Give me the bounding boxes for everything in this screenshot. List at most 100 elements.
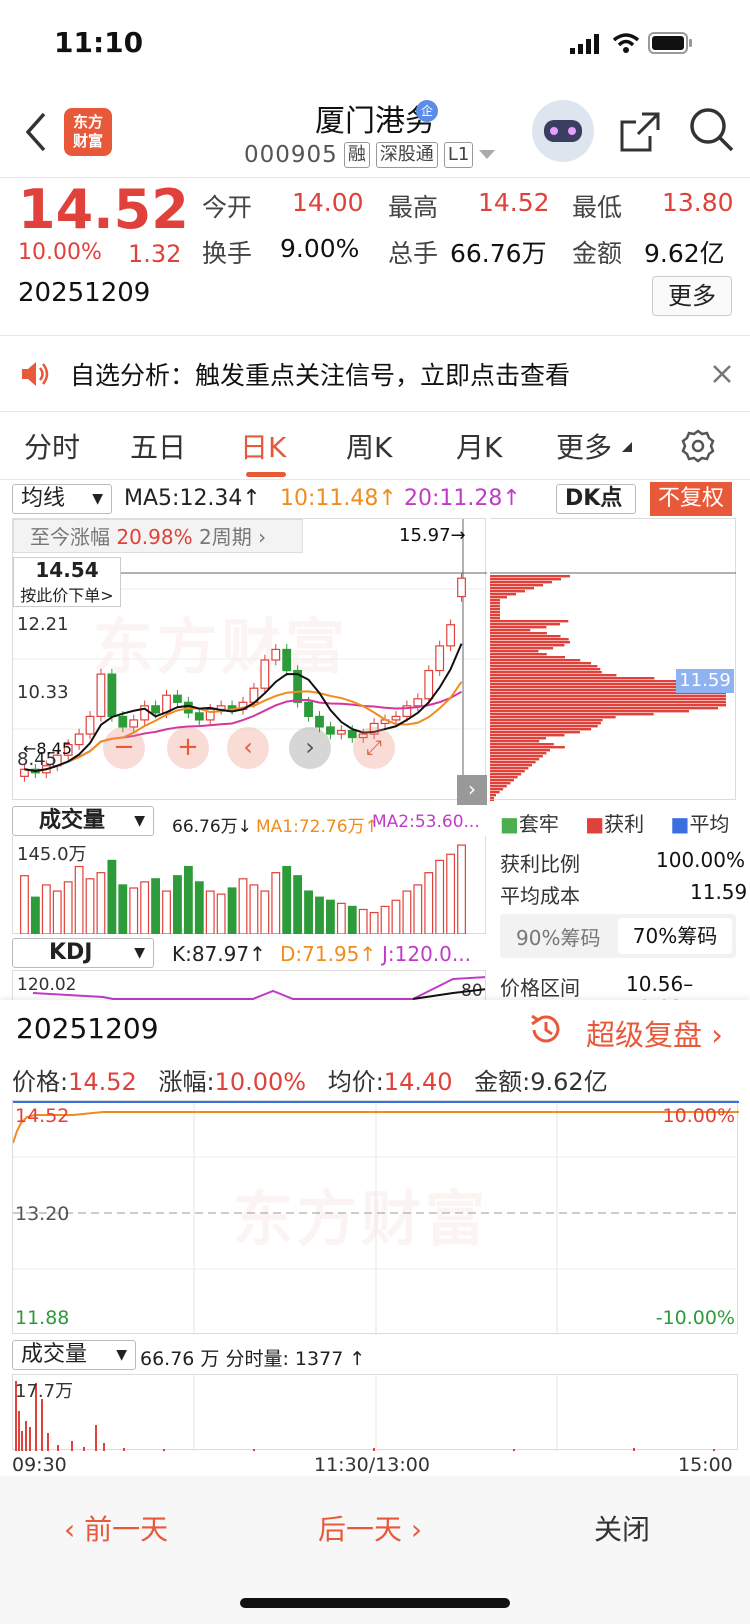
volume-bar xyxy=(96,872,106,934)
ma-selector[interactable]: 均线 ▼ xyxy=(12,484,112,514)
fullscreen-button[interactable]: ⤢ xyxy=(353,727,395,769)
kdj-d: D:71.95↑ xyxy=(280,942,377,966)
volume-scale: 145.0万 xyxy=(17,844,87,865)
chip-bar xyxy=(490,794,496,797)
high-marker: 15.97→ xyxy=(399,525,466,546)
chip-bar xyxy=(490,785,507,788)
kdj-selector[interactable]: KDJ ▼ xyxy=(12,938,154,968)
chip-bar xyxy=(490,695,726,698)
chip-bar xyxy=(490,677,655,680)
volume-bar xyxy=(446,853,456,934)
chip-tab-90[interactable]: 90%筹码 xyxy=(516,922,600,951)
share-icon[interactable] xyxy=(618,110,662,154)
intraday-popup: 20251209 超级复盘 › 价格:14.52 涨幅:10.00% 均价:14… xyxy=(0,1000,750,1476)
chip-bar xyxy=(490,764,532,767)
prev-day-button[interactable]: ‹ 前一天 xyxy=(64,1508,168,1548)
chip-bar xyxy=(490,584,543,587)
volume-bar xyxy=(151,878,161,934)
scroll-right-button[interactable]: › xyxy=(289,727,331,769)
fq-button[interactable]: 不复权 xyxy=(650,482,732,516)
expand-panel-button[interactable]: › xyxy=(457,775,487,805)
chip-bar xyxy=(490,680,690,683)
assistant-avatar[interactable] xyxy=(532,100,594,162)
more-button[interactable]: 更多 xyxy=(652,276,732,316)
search-icon[interactable] xyxy=(688,106,736,154)
next-day-button[interactable]: 后一天 › xyxy=(318,1508,422,1548)
volume-bar xyxy=(194,881,204,934)
volume-bar xyxy=(271,872,281,934)
chip-bar xyxy=(490,800,494,801)
intraday-pct-bot: -10.00% xyxy=(655,1307,735,1329)
active-tab-indicator xyxy=(246,472,286,477)
chip-bar xyxy=(490,740,540,743)
open-value: 14.00 xyxy=(292,188,364,217)
kdj-panel: 120.02 80 xyxy=(12,970,486,1000)
kline-panel[interactable]: 东方财富 至今涨幅 20.98% 2周期 › 15.97→ 14.54 按此价下单… xyxy=(12,518,487,805)
volume-bar xyxy=(457,844,466,934)
intraday-volume-bar xyxy=(71,1441,73,1451)
volume-bar xyxy=(183,865,193,934)
scroll-left-button[interactable]: ‹ xyxy=(227,727,269,769)
tab-5day[interactable]: 五日 xyxy=(130,426,186,466)
dk-selector[interactable]: DK点 xyxy=(556,484,636,514)
volume-bar xyxy=(129,887,139,934)
intraday-vol-selector[interactable]: 成交量 ▼ xyxy=(12,1340,136,1370)
tag-connect: 深股通 xyxy=(375,142,438,168)
candle xyxy=(446,624,456,647)
tab-weekly[interactable]: 周K xyxy=(346,426,392,466)
history-icon[interactable] xyxy=(528,1012,564,1048)
volume-bar xyxy=(435,859,445,934)
cost-marker: 11.59 xyxy=(676,669,734,693)
replay-link[interactable]: 超级复盘 › xyxy=(586,1012,723,1054)
since-change-box[interactable]: 至今涨幅 20.98% 2周期 › xyxy=(13,519,303,553)
intraday-volume-bar xyxy=(713,1449,715,1451)
volume-selector[interactable]: 成交量 ▼ xyxy=(12,806,154,836)
chip-bar xyxy=(490,737,547,740)
candle xyxy=(173,694,182,703)
zoom-in-button[interactable]: + xyxy=(167,727,209,769)
chip-bar xyxy=(490,761,536,764)
kdj-chart xyxy=(32,976,485,1000)
chip-bar xyxy=(490,608,500,611)
chip-bar xyxy=(490,734,565,737)
candle xyxy=(315,715,324,728)
volume-bar xyxy=(173,875,182,934)
chip-bar xyxy=(490,674,617,677)
intraday-volume-bar xyxy=(25,1421,27,1451)
volume-bar xyxy=(20,875,29,934)
candle xyxy=(424,669,434,700)
chip-bar xyxy=(490,647,554,650)
chip-bar xyxy=(490,626,547,629)
tab-monthly[interactable]: 月K xyxy=(456,426,502,466)
speaker-icon xyxy=(22,362,49,386)
volume-bar xyxy=(162,890,171,934)
chip-bar xyxy=(490,656,566,659)
tab-more[interactable]: 更多 xyxy=(556,426,612,466)
tab-intraday[interactable]: 分时 xyxy=(24,426,80,466)
intraday-vol-scale: 17.7万 xyxy=(15,1381,74,1402)
tab-daily[interactable]: 日K xyxy=(240,426,286,466)
candle xyxy=(96,673,106,718)
intraday-price-panel[interactable]: 东方财富 14.52 13.20 11.88 10.00% -10.00% xyxy=(12,1100,739,1335)
intraday-volume-bar xyxy=(163,1449,165,1451)
close-icon[interactable] xyxy=(712,364,732,384)
analysis-banner[interactable]: 自选分析：触发重点关注信号，立即点击查看 xyxy=(0,336,750,412)
chip-panel: 11.59 xyxy=(490,518,736,801)
chip-bar xyxy=(490,746,565,749)
low-label: 最低 xyxy=(572,193,623,222)
settings-icon[interactable] xyxy=(680,428,716,464)
chip-bar xyxy=(490,719,603,722)
cursor-price-box[interactable]: 14.54 按此价下单> xyxy=(13,557,121,607)
chip-bar xyxy=(490,731,580,734)
zoom-out-button[interactable]: − xyxy=(103,727,145,769)
chip-chart xyxy=(490,572,736,801)
quote-date: 20251209 xyxy=(18,278,151,308)
chip-tab-70[interactable]: 70%筹码 xyxy=(618,918,732,954)
chip-bar xyxy=(490,644,565,647)
dropdown-icon[interactable] xyxy=(479,150,496,160)
chip-bar xyxy=(490,797,494,800)
candle xyxy=(260,659,270,689)
volume-bar xyxy=(413,884,423,934)
close-button[interactable]: 关闭 xyxy=(594,1508,650,1548)
stock-code-line: 000905 融 深股通 L1 xyxy=(244,142,496,168)
